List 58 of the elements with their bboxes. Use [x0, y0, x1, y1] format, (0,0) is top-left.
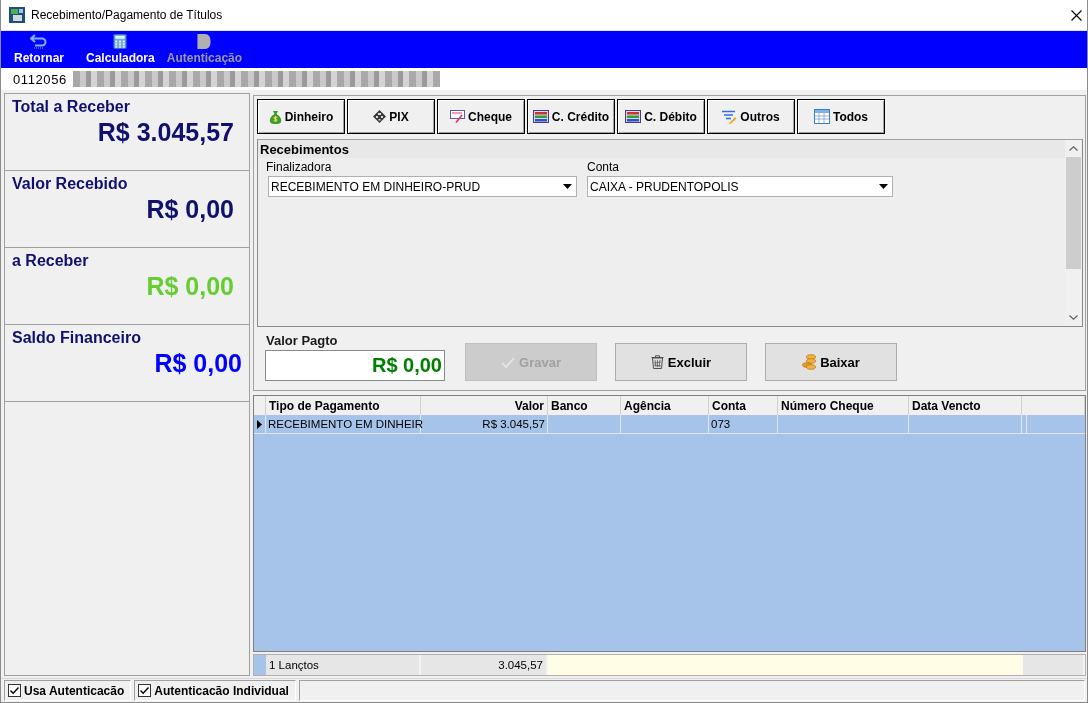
row-pointer-icon [257, 419, 262, 429]
window-title: Recebimento/Pagamento de Títulos [31, 8, 223, 22]
caret-down-icon [563, 184, 572, 189]
footer-count: 1 Lançtos [266, 655, 421, 675]
action-button[interactable]: Baixar [765, 343, 897, 381]
table-cell: 073 [709, 415, 778, 433]
close-icon[interactable] [1071, 9, 1082, 21]
payment-type-button[interactable]: Dinheiro [257, 99, 345, 134]
d-shape-icon [197, 34, 212, 49]
summary-value: R$ 0,00 [145, 195, 234, 224]
check-icon [501, 356, 516, 368]
trash-bin-icon [650, 355, 664, 369]
toolbar-button[interactable]: Calculadora [83, 31, 158, 68]
summary-value: R$ 0,00 [153, 349, 242, 378]
app-icon [9, 7, 25, 23]
list-pencil-icon [722, 109, 738, 124]
caret-down-icon [879, 184, 888, 189]
summary-value: R$ 3.045,57 [96, 118, 234, 147]
diamond-pattern-icon [373, 110, 387, 123]
checkbox[interactable] [138, 684, 152, 697]
payment-type-button[interactable]: C. Débito [617, 99, 705, 134]
return-arrow-icon [30, 34, 48, 49]
summary-label: Valor Recebido [12, 175, 128, 193]
amount-field[interactable]: R$ 0,00 [265, 350, 445, 381]
record-code: 0112056 [13, 71, 67, 87]
scroll-down-icon[interactable] [1069, 315, 1078, 320]
summary-label: a Receber [12, 252, 89, 270]
payment-type-button[interactable]: PIX [347, 99, 435, 134]
table-grid-icon [813, 109, 830, 124]
check-form-icon [450, 110, 465, 123]
table-row[interactable]: RECEBIMENTO EM DINHEIR R$ 3.045,57 073 [254, 415, 1085, 434]
payment-type-button[interactable]: Todos [797, 99, 885, 134]
card-stack-icon [532, 110, 549, 123]
payment-type-button[interactable]: C. Crédito [527, 99, 615, 134]
toolbar-button[interactable]: Retornar [11, 31, 67, 68]
summary-label: Total a Receber [12, 98, 130, 116]
footer-total: 3.045,57 [421, 655, 548, 675]
footer-marker [254, 655, 266, 675]
action-button[interactable]: Excluir [615, 343, 747, 381]
field-label: Valor Pagto [266, 333, 338, 348]
summary-value: R$ 0,00 [145, 272, 234, 301]
coin-stack-icon [802, 354, 817, 370]
dropdown-field[interactable]: RECEBIMENTO EM DINHEIRO-PRUD [268, 176, 577, 197]
scroll-up-icon[interactable] [1069, 146, 1078, 151]
checkbox[interactable] [8, 684, 21, 697]
summary-label: Saldo Financeiro [12, 329, 141, 347]
section-title: Recebimentos [260, 141, 349, 157]
dropdown-field[interactable]: CAIXA - PRUDENTOPOLIS [587, 176, 893, 197]
table-cell: RECEBIMENTO EM DINHEIR [266, 415, 421, 433]
field-label: Conta [587, 160, 620, 174]
card-stack-icon [625, 110, 642, 123]
money-bag-icon [268, 109, 282, 124]
payment-type-button[interactable]: Outros [707, 99, 795, 134]
scrollbar-thumb[interactable] [1066, 157, 1081, 269]
calculator-icon [113, 34, 128, 49]
field-label: Finalizadora [266, 160, 332, 174]
table-cell: R$ 3.045,57 [421, 415, 548, 433]
payment-type-button[interactable]: Cheque [437, 99, 525, 134]
